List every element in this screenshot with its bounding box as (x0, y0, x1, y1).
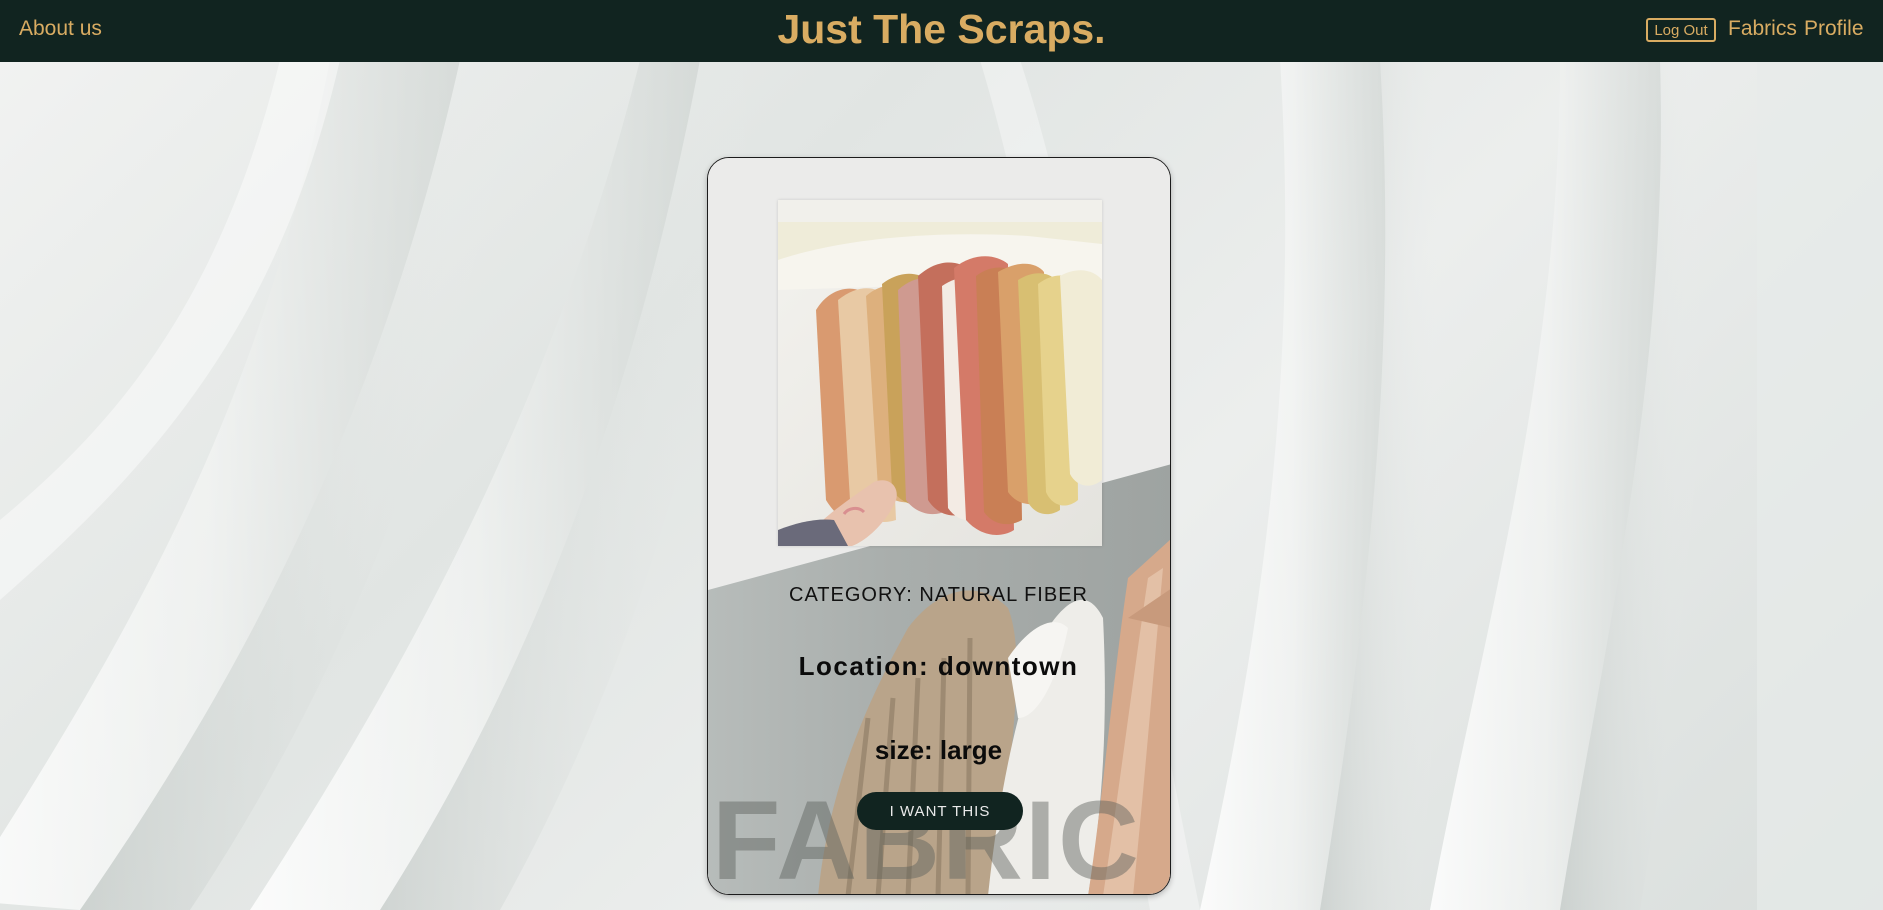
about-us-link[interactable]: About us (19, 17, 102, 41)
i-want-this-button[interactable]: I WANT THIS (857, 792, 1023, 830)
fabrics-link[interactable]: Fabrics (1728, 17, 1797, 41)
profile-link[interactable]: Profile (1804, 17, 1864, 41)
top-navbar: About us Just The Scraps. Log Out Fabric… (0, 0, 1883, 62)
site-title: Just The Scraps. (777, 6, 1106, 52)
location-label: Location: downtown (798, 651, 1079, 681)
fabric-card: FABRIC CATEGORY: NATURAL FIBER Location:… (707, 157, 1171, 895)
fabric-scraps-image (778, 200, 1102, 546)
category-label: CATEGORY: NATURAL FIBER (789, 584, 1088, 606)
logout-button[interactable]: Log Out (1646, 18, 1716, 42)
size-label: size: large (874, 735, 1003, 765)
